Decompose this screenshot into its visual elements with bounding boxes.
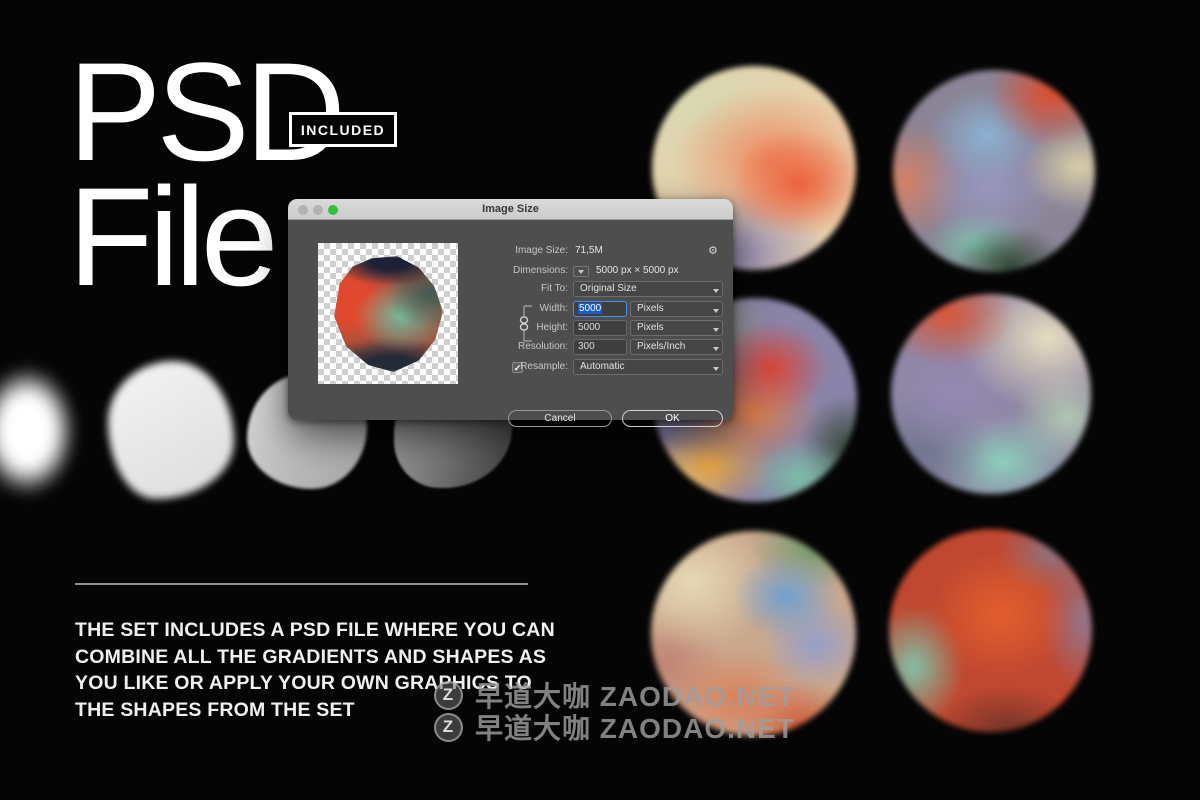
dialog-title: Image Size	[288, 199, 733, 220]
watermark-z-icon: Z	[434, 713, 463, 742]
dialog-titlebar[interactable]: Image Size	[288, 199, 733, 220]
height-input[interactable]: 5000	[573, 320, 627, 336]
divider-line	[75, 583, 528, 585]
height-label: Height:	[486, 320, 568, 336]
image-size-dialog: Image Size Image Size: 71,5M ⚙ Dimension…	[288, 199, 733, 420]
dimensions-value: 5000 px × 5000 px	[596, 263, 679, 279]
dimensions-chevron-down-icon[interactable]	[573, 266, 589, 277]
resample-value: Automatic	[580, 361, 624, 372]
chevron-down-icon	[711, 285, 721, 295]
resolution-value: 300	[578, 341, 595, 352]
height-unit-value: Pixels	[637, 322, 664, 333]
image-size-value: 71,5M	[575, 243, 603, 259]
width-input[interactable]: 5000	[573, 301, 627, 317]
chevron-down-icon	[711, 324, 721, 334]
watermark-text: 早道大咖 ZAODAO.NET	[475, 707, 795, 747]
width-label: Width:	[486, 301, 568, 317]
fit-to-select[interactable]: Original Size	[573, 281, 723, 297]
fit-to-value: Original Size	[580, 283, 637, 294]
image-size-label: Image Size:	[486, 243, 568, 259]
dimensions-label: Dimensions:	[486, 263, 568, 279]
watermark-z-icon: Z	[434, 681, 463, 710]
chevron-down-icon	[711, 305, 721, 315]
chevron-down-icon	[711, 363, 721, 373]
resolution-label: Resolution:	[486, 339, 568, 355]
resample-label: Resample:	[486, 359, 568, 375]
description-line: THE SET INCLUDES A PSD FILE WHERE YOU CA…	[75, 617, 555, 644]
resolution-unit-select[interactable]: Pixels/Inch	[630, 339, 723, 355]
height-unit-select[interactable]: Pixels	[630, 320, 723, 336]
gear-icon[interactable]: ⚙	[708, 245, 718, 257]
width-unit-value: Pixels	[637, 303, 664, 314]
resolution-input[interactable]: 300	[573, 339, 627, 355]
fit-to-label: Fit To:	[486, 281, 568, 297]
included-badge: INCLUDED	[289, 112, 397, 147]
cancel-button[interactable]: Cancel	[508, 410, 612, 427]
shape-blob-1	[0, 366, 76, 496]
width-unit-select[interactable]: Pixels	[630, 301, 723, 317]
resolution-unit-value: Pixels/Inch	[637, 341, 685, 352]
hero-title-line2: File	[68, 167, 274, 307]
height-value: 5000	[578, 322, 600, 333]
width-value: 5000	[578, 303, 602, 314]
description-line: COMBINE ALL THE GRADIENTS AND SHAPES AS	[75, 644, 555, 671]
ok-button[interactable]: OK	[622, 410, 723, 427]
gradient-orb-4	[891, 294, 1091, 494]
dialog-body: Image Size: 71,5M ⚙ Dimensions: 5000 px …	[288, 220, 733, 420]
watermark-row-2: Z 早道大咖 ZAODAO.NET	[434, 707, 795, 747]
gradient-orb-6	[889, 529, 1092, 732]
gradient-orb-2	[893, 70, 1095, 272]
resample-select[interactable]: Automatic	[573, 359, 723, 375]
chevron-down-icon	[711, 343, 721, 353]
shape-blob-2	[108, 361, 234, 499]
